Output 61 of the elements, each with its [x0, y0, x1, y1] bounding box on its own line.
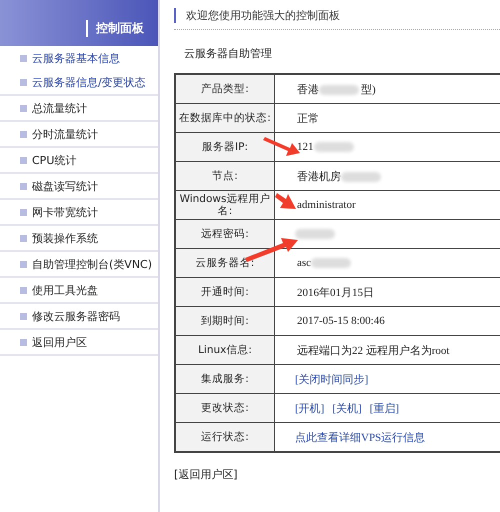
- table-cell: 开通时间:: [175, 278, 274, 306]
- value-text: administrator: [297, 199, 356, 211]
- arrow-icon: [275, 193, 296, 209]
- bullet-icon: [20, 54, 27, 62]
- bullet-icon: [20, 182, 27, 190]
- table-cell: 服务器IP:: [175, 132, 274, 162]
- sidebar-item[interactable]: 总流量统计: [0, 96, 158, 120]
- sidebar-item[interactable]: 网卡带宽统计: [0, 200, 158, 224]
- bullet-icon: [20, 234, 27, 242]
- bullet-icon: [20, 130, 27, 138]
- bullet-icon: [20, 260, 27, 268]
- table-cell: 集成服务:: [175, 364, 274, 394]
- table-cell: Windows远程用户名:: [175, 190, 274, 220]
- bullet-icon: [20, 338, 27, 346]
- sidebar-item[interactable]: 云服务器基本信息: [0, 46, 158, 70]
- table-link[interactable]: [关机]: [332, 402, 362, 414]
- table-link[interactable]: [开机]: [295, 402, 324, 414]
- value-text: 香港: [297, 84, 319, 96]
- sidebar-item[interactable]: 返回用户区: [0, 330, 158, 354]
- blurred-mark: [314, 142, 354, 152]
- sidebar-item[interactable]: 云服务器信息/变更状态: [0, 70, 158, 94]
- blurred-mark: [341, 172, 381, 182]
- sidebar-item[interactable]: 预装操作系统: [0, 226, 158, 250]
- sidebar-item[interactable]: 使用工具光盘: [0, 278, 158, 302]
- table-cell: 在数据库中的状态:: [175, 104, 274, 132]
- sidebar-item[interactable]: 修改云服务器密码: [0, 304, 158, 328]
- bullet-icon: [20, 156, 27, 164]
- blurred-mark: [311, 258, 352, 268]
- sidebar-item[interactable]: 磁盘读写统计: [0, 174, 158, 198]
- value-text: 远程端口为22 远程用户名为root: [297, 344, 450, 356]
- sidebar-title: 控制面板: [86, 20, 144, 37]
- table-cell: 远程密码:: [175, 220, 274, 248]
- table-cell: 运行状态:: [175, 422, 274, 452]
- bullet-icon: [20, 286, 27, 294]
- table-cell: 更改状态:: [175, 394, 274, 422]
- table-link[interactable]: [重启]: [370, 402, 399, 414]
- bullet-icon: [20, 104, 27, 112]
- bullet-icon: [20, 208, 27, 216]
- value-text: asc: [297, 257, 312, 269]
- sidebar-item[interactable]: 自助管理控制台(类VNC): [0, 252, 158, 276]
- back-link[interactable]: [返回用户区]: [174, 467, 238, 482]
- arrow-icon: [263, 137, 300, 156]
- value-text: 香港机房: [297, 170, 341, 182]
- welcome-text: 欢迎您使用功能强大的控制面板: [174, 8, 500, 23]
- table-cell: Linux信息:: [175, 336, 274, 364]
- sidebar-item[interactable]: 分时流量统计: [0, 122, 158, 146]
- section-title: 云服务器自助管理: [184, 46, 273, 61]
- bullet-icon: [20, 312, 27, 320]
- value-text: 2016年01月15日: [297, 286, 374, 298]
- table-cell: 节点:: [175, 162, 274, 190]
- table-link[interactable]: [关闭时间同步]: [295, 374, 368, 386]
- value-text: 正常: [297, 112, 319, 124]
- blurred-mark: [295, 229, 335, 240]
- value-text: 121: [297, 141, 314, 153]
- bullet-icon: [20, 78, 27, 86]
- value-text: 型): [361, 84, 376, 96]
- blurred-mark: [319, 84, 359, 95]
- sidebar-item[interactable]: CPU统计: [0, 148, 158, 172]
- table-cell: 到期时间:: [175, 306, 274, 336]
- value-text: 2017-05-15 8:00:46: [297, 315, 385, 327]
- table-cell: 产品类型:: [175, 74, 274, 104]
